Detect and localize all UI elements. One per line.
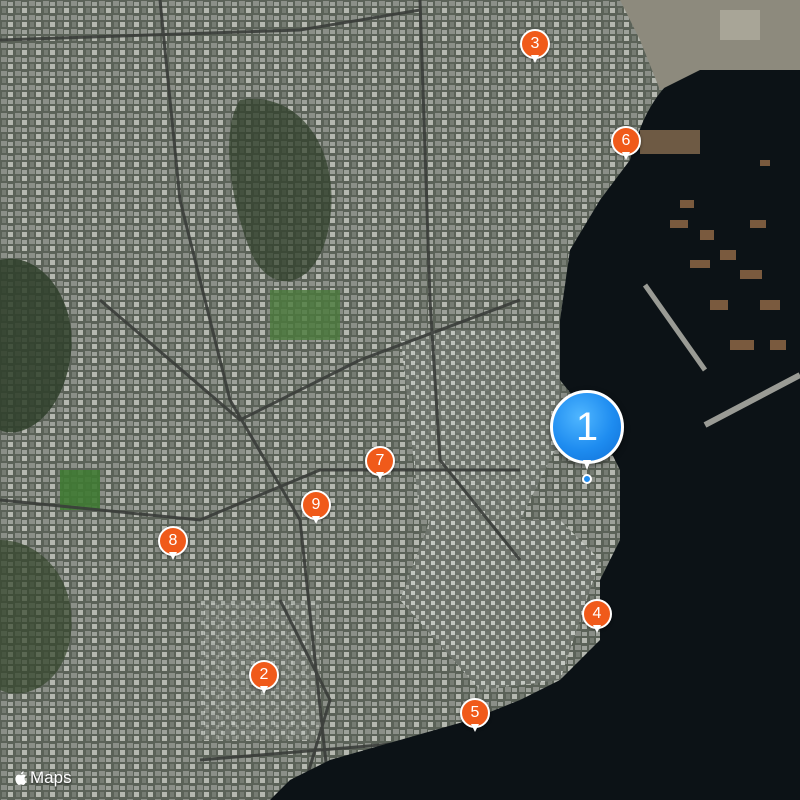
pin-pointer-icon [376, 472, 384, 480]
pin-pointer-icon [593, 625, 601, 633]
map-pin-5[interactable]: 5 [460, 698, 490, 734]
pin-pointer-icon [260, 686, 268, 694]
map-pin-8[interactable]: 8 [158, 526, 188, 562]
pin-pointer-icon [622, 152, 630, 160]
location-dot-icon [582, 474, 592, 484]
apple-logo-icon [15, 771, 27, 785]
map-pin-7[interactable]: 7 [365, 446, 395, 482]
selected-pin-label: 1 [550, 390, 624, 464]
pin-pointer-icon [583, 460, 591, 470]
selected-map-pin-1[interactable]: 1 [550, 390, 624, 484]
map-pin-2[interactable]: 2 [249, 660, 279, 696]
pin-pointer-icon [312, 516, 320, 524]
pin-pointer-icon [169, 552, 177, 560]
pin-pointer-icon [531, 55, 539, 63]
maps-attribution[interactable]: Maps [14, 768, 72, 788]
map-pin-3[interactable]: 3 [520, 29, 550, 65]
maps-brand-label: Maps [30, 768, 72, 787]
map-pin-4[interactable]: 4 [582, 599, 612, 635]
satellite-imagery [0, 0, 800, 800]
map-pin-9[interactable]: 9 [301, 490, 331, 526]
pin-pointer-icon [471, 724, 479, 732]
map-view[interactable]: 3 6 7 9 8 4 2 5 1 Maps [0, 0, 800, 800]
map-pin-6[interactable]: 6 [611, 126, 641, 162]
